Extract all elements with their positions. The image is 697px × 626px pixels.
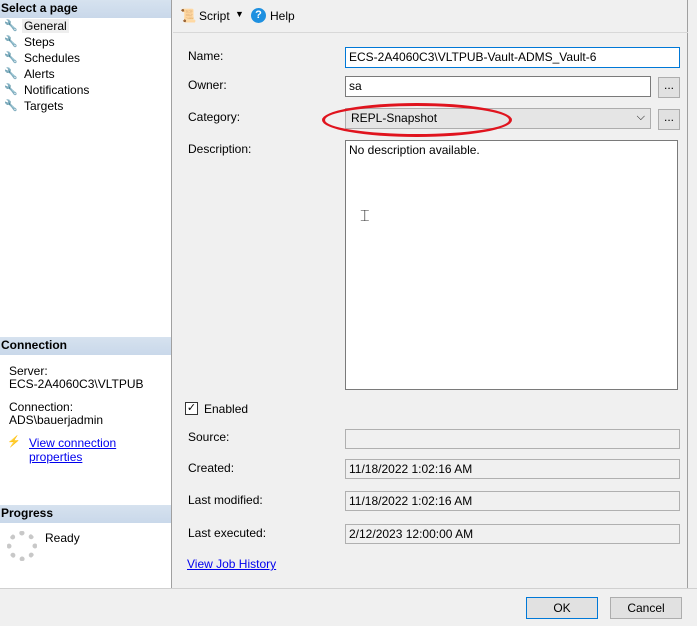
source-field [345,429,680,449]
owner-input[interactable]: sa [345,76,651,97]
page-label: Notifications [24,83,90,97]
owner-browse-button[interactable]: ... [658,77,680,98]
description-textarea[interactable]: No description available. [345,140,678,390]
script-dropdown-icon[interactable]: ▼ [235,9,244,19]
view-connection-properties-link[interactable]: View connection properties [29,436,171,464]
progress-spinner-icon [7,531,37,561]
progress-header: Progress [0,505,171,523]
wrench-icon: 🔧 [4,20,18,32]
server-label: Server: [9,364,48,378]
category-browse-button[interactable]: ... [658,109,680,130]
left-panel: Select a page 🔧 General 🔧 Steps 🔧 Schedules… [0,0,172,588]
mouse-cursor-icon: ⌶ [360,208,370,225]
connection-header: Connection [0,337,171,355]
enabled-label: Enabled [204,402,249,416]
server-value: ECS-2A4060C3\VLTPUB [9,377,144,391]
enabled-checkbox[interactable]: ✓ [185,402,198,415]
select-page-header: Select a page [0,0,171,18]
ok-button[interactable]: OK [526,597,598,619]
last-executed-field: 2/12/2023 12:00:00 AM [345,524,680,544]
page-schedules[interactable]: 🔧 Schedules [4,50,82,66]
connection-label: Connection: [9,400,74,414]
script-icon: 📜 [180,8,197,23]
page-notifications[interactable]: 🔧 Notifications [4,82,91,98]
connection-value: ADS\bauerjadmin [9,413,104,427]
owner-label: Owner: [188,78,227,92]
description-label: Description: [188,142,252,156]
last-modified-field: 11/18/2022 1:02:16 AM [345,491,680,511]
help-button[interactable]: Help [270,9,295,23]
highlight-ellipse [322,103,512,137]
view-job-history-link[interactable]: View Job History [187,557,276,571]
page-steps[interactable]: 🔧 Steps [4,34,57,50]
last-executed-label: Last executed: [188,526,267,540]
page-label: Alerts [24,67,55,81]
wrench-icon: 🔧 [4,52,18,64]
cancel-button[interactable]: Cancel [610,597,682,619]
created-label: Created: [188,461,235,475]
page-label: Targets [24,99,64,113]
script-button[interactable]: Script [199,9,230,23]
chevron-down-icon: ⌵ [636,111,645,123]
name-input[interactable]: ECS-2A4060C3\VLTPUB-Vault-ADMS_Vault-6 [345,47,680,68]
progress-status: Ready [45,531,80,545]
last-modified-label: Last modified: [188,493,263,507]
wrench-icon: 🔧 [4,68,18,80]
wrench-icon: 🔧 [4,84,18,96]
page-label: Schedules [24,51,81,65]
wrench-icon: 🔧 [4,36,18,48]
connection-plug-icon: ⚡ [7,436,21,448]
source-label: Source: [188,430,230,444]
name-label: Name: [188,49,224,63]
page-alerts[interactable]: 🔧 Alerts [4,66,57,82]
page-label: General [22,19,69,33]
page-targets[interactable]: 🔧 Targets [4,98,65,114]
help-icon: ? [251,8,266,23]
wrench-icon: 🔧 [4,100,18,112]
created-field: 11/18/2022 1:02:16 AM [345,459,680,479]
category-label: Category: [188,110,241,124]
page-label: Steps [24,35,55,49]
page-general[interactable]: 🔧 General [4,18,69,34]
